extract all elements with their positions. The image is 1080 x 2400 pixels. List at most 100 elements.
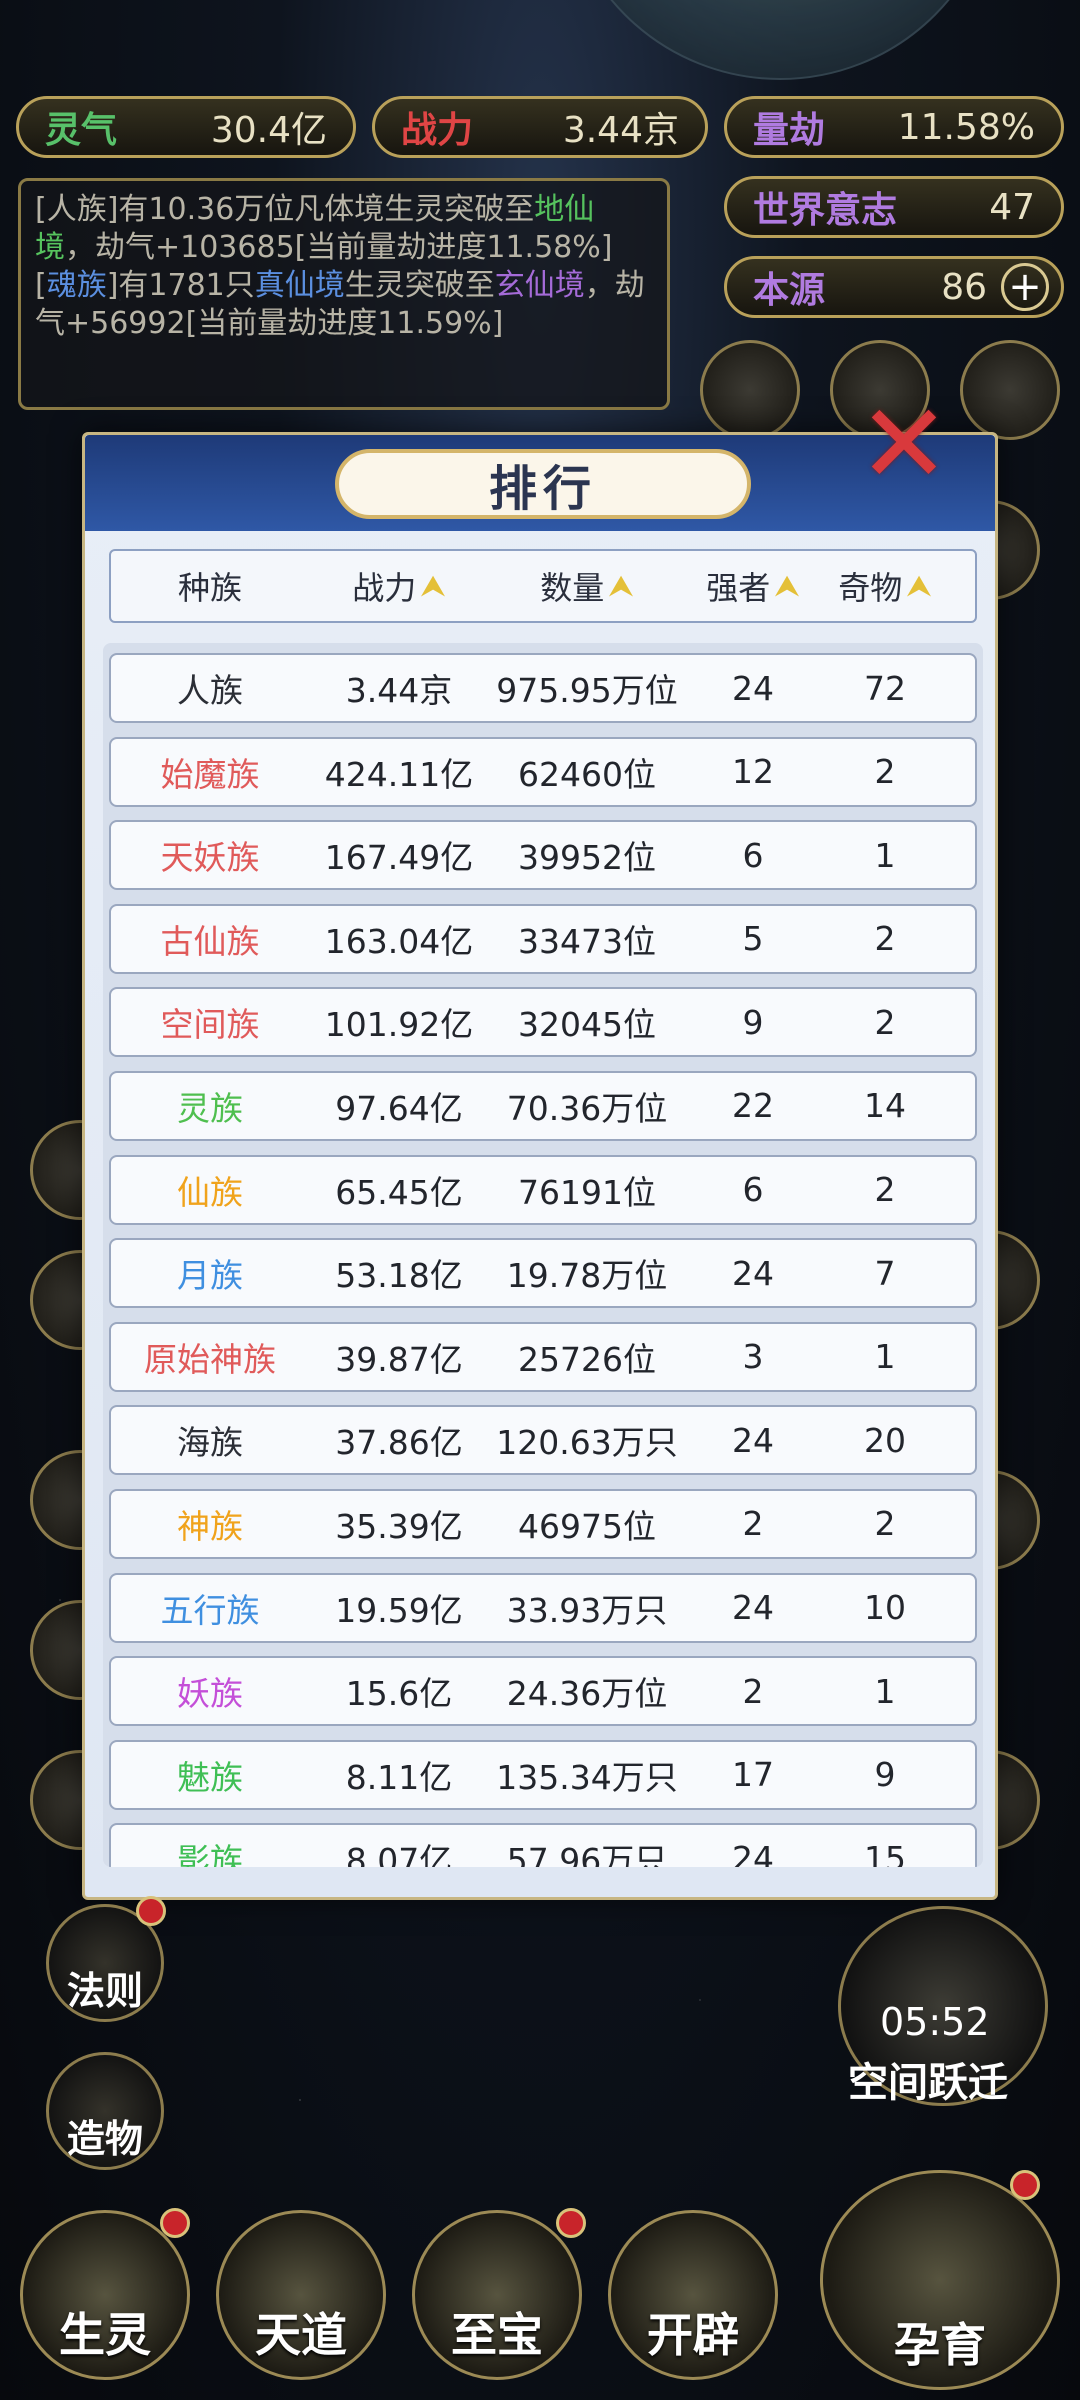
race-cell: 灵族 [177, 1088, 243, 1128]
power-cell: 8.11亿 [345, 1757, 453, 1797]
race-cell: 始魔族 [160, 754, 260, 794]
race-cell: 妖族 [177, 1674, 243, 1714]
strong-cell: 3 [742, 1337, 764, 1377]
power-cell: 97.64亿 [335, 1088, 463, 1128]
ranking-modal: 排行 种族 战力 ⮝ 数量 ⮝ 强者 ⮝ 奇物 ⮝ 人族 3.44京 975.95万位 24 7… [82, 432, 998, 1900]
ranking-row[interactable]: 空间族 101.92亿 32045位 9 2 [109, 987, 977, 1058]
race-cell: 神族 [177, 1506, 243, 1546]
nav-zhibao[interactable]: 至宝 [412, 2210, 582, 2380]
count-cell: 39952位 [518, 838, 656, 878]
treasure-cell: 2 [874, 919, 896, 959]
side-icon-scroll[interactable] [700, 340, 800, 440]
sort-arrow-icon: ⮝ [608, 568, 634, 604]
world-planet [560, 0, 1000, 80]
treasure-cell: 20 [864, 1420, 906, 1460]
treasure-cell: 2 [874, 1002, 896, 1042]
notification-dot [1010, 2170, 1040, 2200]
nav-tiandao[interactable]: 天道 [216, 2210, 386, 2380]
world-will-value: 47 [989, 186, 1035, 228]
race-cell: 天妖族 [160, 838, 260, 878]
space-leap-timer: 05:52 [880, 2000, 990, 2044]
ranking-row[interactable]: 天妖族 167.49亿 39952位 6 1 [109, 820, 977, 891]
liangjie-stat[interactable]: 量劫 11.58% [724, 96, 1064, 158]
count-cell: 975.95万位 [496, 671, 678, 710]
count-cell: 33473位 [518, 921, 656, 961]
notification-dot [556, 2208, 586, 2238]
benyuan-value: 86 [941, 266, 987, 308]
zhanli-label: 战力 [401, 110, 474, 151]
power-cell: 15.6亿 [345, 1674, 453, 1714]
treasure-cell: 72 [864, 668, 906, 708]
ranking-row[interactable]: 神族 35.39亿 46975位 2 2 [109, 1488, 977, 1559]
lingqi-label: 灵气 [45, 110, 118, 151]
sort-arrow-icon: ⮝ [420, 568, 446, 604]
event-log: [人族]有10.36万位凡体境生灵突破至地仙境，劫气+103685[当前量劫进度… [18, 178, 670, 410]
power-cell: 37.86亿 [335, 1423, 463, 1463]
sort-by-treasure[interactable]: 奇物 ⮝ [821, 563, 949, 609]
notification-dot [160, 2208, 190, 2238]
nav-shengling[interactable]: 生灵 [20, 2210, 190, 2380]
treasure-cell: 1 [874, 1671, 896, 1711]
treasure-cell: 1 [874, 835, 896, 875]
treasure-cell: 14 [864, 1086, 906, 1126]
creation-button[interactable]: 造物 [46, 2052, 164, 2170]
ranking-row[interactable]: 古仙族 163.04亿 33473位 5 2 [109, 903, 977, 974]
liangjie-value: 11.58% [897, 106, 1035, 148]
ranking-header-row: 种族 战力 ⮝ 数量 ⮝ 强者 ⮝ 奇物 ⮝ [109, 549, 977, 623]
ranking-row[interactable]: 妖族 15.6亿 24.36万位 2 1 [109, 1656, 977, 1727]
power-cell: 424.11亿 [324, 754, 474, 794]
count-cell: 135.34万只 [496, 1757, 678, 1797]
treasure-cell: 9 [874, 1755, 896, 1795]
power-cell: 65.45亿 [335, 1172, 463, 1212]
benyuan-label: 本源 [753, 270, 826, 311]
liangjie-label: 量劫 [753, 110, 826, 151]
world-will-stat[interactable]: 世界意志 47 [724, 176, 1064, 238]
ranking-row[interactable]: 人族 3.44京 975.95万位 24 72 [109, 653, 977, 723]
power-cell: 167.49亿 [324, 838, 474, 878]
count-cell: 24.36万位 [506, 1674, 668, 1714]
nav-kaipi[interactable]: 开辟 [608, 2210, 778, 2380]
strong-cell: 2 [742, 1504, 764, 1544]
sort-by-power[interactable]: 战力 ⮝ [309, 563, 489, 609]
strong-cell: 22 [732, 1086, 774, 1126]
strong-cell: 24 [732, 1420, 774, 1460]
close-icon[interactable]: ✕ [856, 389, 952, 499]
strong-cell: 6 [742, 835, 764, 875]
strong-cell: 9 [742, 1002, 764, 1042]
side-icon-book[interactable] [960, 340, 1060, 440]
ranking-row[interactable]: 影族 8.07亿 57.96万只 24 15 [109, 1823, 977, 1867]
benyuan-stat: 本源 86 + [724, 256, 1064, 318]
lingqi-value: 30.4亿 [210, 110, 327, 151]
power-cell: 19.59亿 [335, 1590, 463, 1630]
count-cell: 70.36万位 [506, 1088, 668, 1128]
strong-cell: 24 [732, 1838, 774, 1867]
treasure-cell: 7 [874, 1253, 896, 1293]
nav-yunyu[interactable]: 孕育 [820, 2170, 1060, 2390]
ranking-row[interactable]: 海族 37.86亿 120.63万只 24 20 [109, 1405, 977, 1476]
race-cell: 月族 [177, 1256, 243, 1296]
ranking-list[interactable]: 人族 3.44京 975.95万位 24 72 始魔族 424.11亿 62460位 12 2 天妖… [103, 643, 983, 1867]
race-cell: 仙族 [177, 1172, 243, 1212]
notification-dot [136, 1896, 166, 1926]
sort-arrow-icon: ⮝ [774, 568, 800, 604]
power-cell: 35.39亿 [335, 1506, 463, 1546]
treasure-cell: 1 [874, 1337, 896, 1377]
power-cell: 3.44京 [345, 671, 453, 710]
world-will-label: 世界意志 [753, 190, 898, 231]
strong-cell: 6 [742, 1170, 764, 1210]
sort-by-strong[interactable]: 强者 ⮝ [685, 563, 821, 609]
ranking-row[interactable]: 月族 53.18亿 19.78万位 24 7 [109, 1238, 977, 1309]
ranking-row[interactable]: 五行族 19.59亿 33.93万只 24 10 [109, 1572, 977, 1643]
race-cell: 魅族 [177, 1757, 243, 1797]
ranking-row[interactable]: 仙族 65.45亿 76191位 6 2 [109, 1154, 977, 1225]
ranking-row[interactable]: 魅族 8.11亿 135.34万只 17 9 [109, 1739, 977, 1810]
ranking-row[interactable]: 灵族 97.64亿 70.36万位 22 14 [109, 1070, 977, 1141]
add-benyuan-button[interactable]: + [1001, 263, 1049, 311]
ranking-row[interactable]: 原始神族 39.87亿 25726位 3 1 [109, 1321, 977, 1392]
power-cell: 163.04亿 [324, 921, 474, 961]
ranking-row[interactable]: 始魔族 424.11亿 62460位 12 2 [109, 736, 977, 807]
count-cell: 120.63万只 [496, 1423, 678, 1463]
sort-by-count[interactable]: 数量 ⮝ [489, 563, 685, 609]
race-cell: 人族 [177, 671, 243, 710]
treasure-cell: 15 [864, 1838, 906, 1867]
